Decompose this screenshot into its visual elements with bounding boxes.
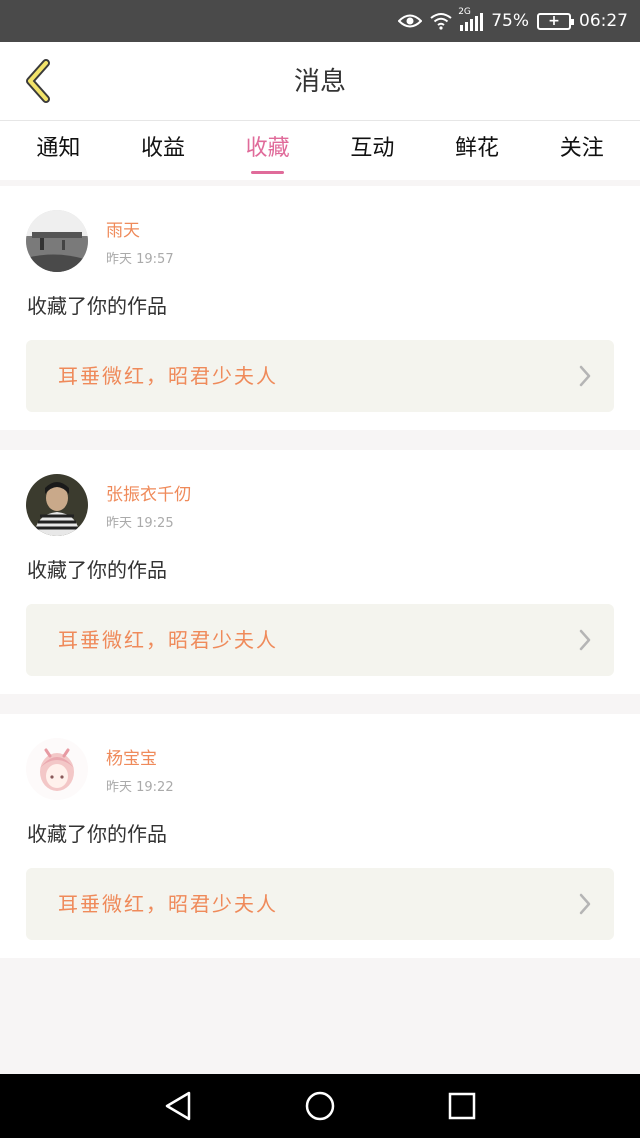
status-bar: 2G 75% + 06:27: [0, 0, 640, 42]
tab-interactions[interactable]: 互动: [320, 121, 425, 181]
work-title: 耳垂微红，昭君少夫人: [58, 628, 278, 652]
status-icons: 2G 75% + 06:27: [398, 0, 628, 42]
nav-back-button[interactable]: [158, 1086, 198, 1126]
timestamp: 昨天 19:57: [106, 252, 174, 267]
avatar[interactable]: [26, 474, 88, 536]
nav-recents-button[interactable]: [442, 1086, 482, 1126]
circle-home-icon: [305, 1091, 335, 1121]
navigation-bar: [0, 1074, 640, 1138]
square-recents-icon: [448, 1092, 476, 1120]
message-card: 杨宝宝 昨天 19:22 收藏了你的作品 耳垂微红，昭君少夫人: [0, 714, 640, 958]
username[interactable]: 杨宝宝: [106, 744, 157, 769]
tab-indicator: [251, 171, 285, 174]
chevron-right-icon: [579, 893, 591, 915]
work-link[interactable]: 耳垂微红，昭君少夫人: [26, 868, 614, 940]
tab-label: 通知: [36, 136, 81, 161]
avatar[interactable]: [26, 210, 88, 272]
tab-flowers[interactable]: 鲜花: [425, 121, 530, 181]
message-card: 雨天 昨天 19:57 收藏了你的作品 耳垂微红，昭君少夫人: [0, 186, 640, 430]
battery-percent: 75%: [491, 11, 529, 31]
tab-label: 收益: [141, 136, 186, 161]
action-text: 收藏了你的作品: [27, 294, 167, 318]
clock: 06:27: [579, 11, 628, 31]
chevron-right-icon: [579, 365, 591, 387]
triangle-back-icon: [165, 1091, 191, 1121]
message-list: 雨天 昨天 19:57 收藏了你的作品 耳垂微红，昭君少夫人 张振衣千仞 昨天 …: [0, 186, 640, 958]
cellular-signal-icon: 2G: [458, 7, 484, 31]
tab-label: 收藏: [245, 136, 290, 161]
wifi-icon: [430, 13, 452, 30]
battery-charging-icon: +: [537, 12, 574, 30]
tab-label: 鲜花: [455, 136, 500, 161]
tab-earnings[interactable]: 收益: [111, 121, 216, 181]
tab-favorites[interactable]: 收藏: [215, 121, 320, 181]
header: 消息: [0, 42, 640, 120]
tab-label: 互动: [350, 136, 395, 161]
page-title: 消息: [293, 67, 346, 97]
nav-home-button[interactable]: [300, 1086, 340, 1126]
timestamp: 昨天 19:25: [106, 516, 174, 531]
chevron-right-icon: [579, 629, 591, 651]
work-link[interactable]: 耳垂微红，昭君少夫人: [26, 340, 614, 412]
action-text: 收藏了你的作品: [27, 822, 167, 846]
work-title: 耳垂微红，昭君少夫人: [58, 892, 278, 916]
work-title: 耳垂微红，昭君少夫人: [58, 364, 278, 388]
message-card: 张振衣千仞 昨天 19:25 收藏了你的作品 耳垂微红，昭君少夫人: [0, 450, 640, 694]
avatar[interactable]: [26, 738, 88, 800]
tab-follows[interactable]: 关注: [529, 121, 634, 181]
tab-notifications[interactable]: 通知: [6, 121, 111, 181]
username[interactable]: 张振衣千仞: [106, 480, 191, 505]
timestamp: 昨天 19:22: [106, 780, 174, 795]
username[interactable]: 雨天: [106, 216, 140, 241]
eye-comfort-icon: [398, 14, 423, 28]
tab-label: 关注: [559, 136, 604, 161]
action-text: 收藏了你的作品: [27, 558, 167, 582]
tab-bar: 通知 收益 收藏 互动 鲜花 关注: [0, 120, 640, 180]
work-link[interactable]: 耳垂微红，昭君少夫人: [26, 604, 614, 676]
